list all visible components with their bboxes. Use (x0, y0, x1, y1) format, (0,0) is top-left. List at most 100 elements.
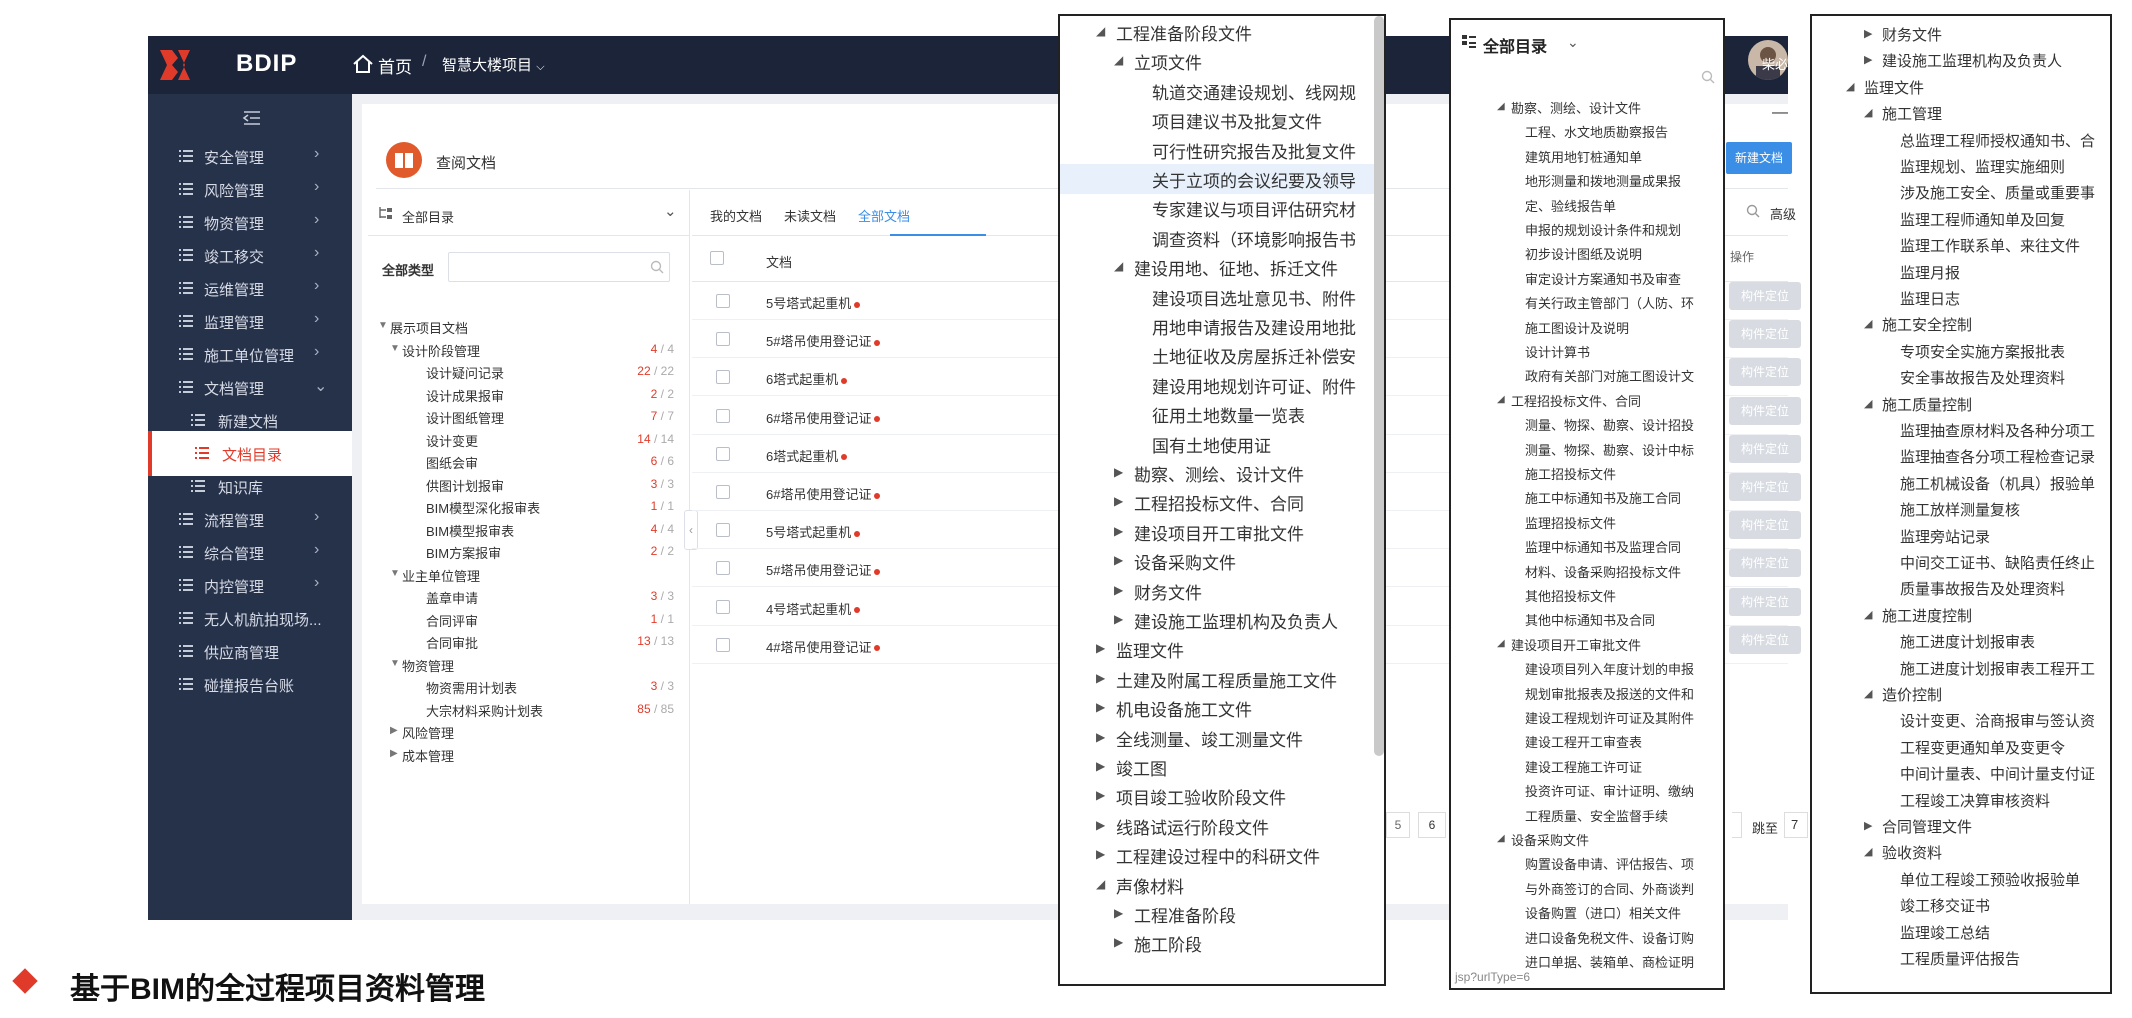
tree-node[interactable]: 中间计量表、中间计量支付证 (1900, 763, 2095, 784)
tree-node[interactable]: 施工质量控制 (1882, 394, 1972, 415)
tree-node[interactable]: 监理旁站记录 (1900, 526, 1990, 547)
type-filter-input[interactable] (448, 252, 670, 282)
expand-arrow-icon[interactable]: ▶ (1096, 730, 1105, 744)
tree-node[interactable]: 勘察、测绘、设计文件 (1134, 461, 1304, 486)
scrollbar[interactable] (1374, 16, 1384, 756)
tree-node[interactable]: 施工放样测量复核 (1900, 499, 2020, 520)
document-name[interactable]: 5#塔吊使用登记证 (766, 560, 881, 579)
expand-arrow-icon[interactable]: ▶ (1096, 641, 1105, 655)
tree-node[interactable]: 审定设计方案通知书及审查 (1525, 269, 1681, 288)
expand-arrow-icon[interactable]: ◢ (1864, 317, 1872, 330)
tree-node[interactable]: 业主单位管理 (402, 566, 480, 585)
tree-node[interactable]: 工程、水文地质勘察报告 (1525, 122, 1668, 141)
tree-node[interactable]: 工程建设过程中的科研文件 (1116, 843, 1320, 868)
expand-arrow-icon[interactable]: ▶ (1114, 583, 1123, 597)
locate-component-button[interactable]: 构件定位 (1729, 625, 1801, 654)
tree-node[interactable]: 机电设备施工文件 (1116, 696, 1252, 721)
tree-node[interactable]: 设计阶段管理 (402, 341, 480, 360)
tree-node[interactable]: 定、验线报告单 (1525, 196, 1616, 215)
tree-node[interactable]: 监理抽查原材料及各种分项工 (1900, 420, 2095, 441)
expand-arrow-icon[interactable]: ◢ (1114, 53, 1123, 67)
tree-node[interactable]: 规划审批报表及报送的文件和 (1525, 684, 1694, 703)
tree-node[interactable]: 监理文件 (1864, 77, 1924, 98)
tree-node[interactable]: 工程质量、安全监督手续 (1525, 806, 1668, 825)
expand-arrow-icon[interactable]: ◢ (1096, 24, 1105, 38)
tree-node[interactable]: BIM方案报审 (426, 543, 501, 562)
expand-arrow-icon[interactable]: ▶ (1114, 553, 1123, 567)
locate-component-button[interactable]: 构件定位 (1729, 587, 1801, 616)
tree-node[interactable]: 施工进度控制 (1882, 605, 1972, 626)
project-selector[interactable]: 智慧大楼项目 ⌵ (442, 54, 545, 75)
locate-component-button[interactable]: 构件定位 (1729, 282, 1801, 310)
expand-arrow-icon[interactable]: ▶ (1114, 612, 1123, 626)
tree-node[interactable]: 立项文件 (1134, 49, 1202, 74)
tree-node[interactable]: 施工进度计划报审表工程开工 (1900, 658, 2095, 679)
tree-node[interactable]: 设计变更、洽商报审与签认资 (1900, 710, 2095, 731)
search-icon[interactable] (650, 260, 664, 274)
document-name[interactable]: 6#塔吊使用登记证 (766, 408, 881, 427)
row-checkbox[interactable] (716, 332, 730, 347)
tab-all-docs[interactable]: 全部文档 (858, 206, 910, 225)
expand-arrow-icon[interactable]: ▼ (390, 568, 400, 579)
tree-node[interactable]: 工程质量评估报告 (1900, 948, 2020, 969)
tree-node[interactable]: 工程招投标文件、合同 (1511, 391, 1641, 410)
select-all-checkbox[interactable] (710, 251, 724, 265)
tree-node[interactable]: 专家建议与项目评估研究材 (1152, 196, 1356, 221)
tree-node[interactable]: 材料、设备采购招投标文件 (1525, 562, 1681, 581)
row-checkbox[interactable] (716, 561, 730, 576)
row-checkbox[interactable] (716, 294, 730, 308)
tree-node[interactable]: 合同管理文件 (1882, 816, 1972, 837)
tree-node[interactable]: 调查资料（环境影响报告书 (1152, 226, 1356, 251)
expand-arrow-icon[interactable]: ◢ (1497, 101, 1505, 112)
tree-node[interactable]: 有关行政主管部门（人防、环 (1525, 293, 1694, 312)
tree-node[interactable]: 购置设备申请、评估报告、项 (1525, 854, 1694, 873)
expand-arrow-icon[interactable]: ◢ (1497, 833, 1505, 844)
document-name[interactable]: 6塔式起重机 (766, 369, 848, 388)
tree-node[interactable]: 工程准备阶段文件 (1116, 20, 1252, 45)
directory-dropdown[interactable]: 全部目录 ⌄ (368, 190, 690, 236)
tree-node[interactable]: 测量、物探、勘察、设计中标 (1525, 440, 1694, 459)
tree-node[interactable]: 土地征收及房屋拆迁补偿安 (1152, 343, 1356, 368)
locate-component-button[interactable]: 构件定位 (1729, 549, 1801, 578)
tree-node[interactable]: 涉及施工安全、质量或重要事 (1900, 182, 2095, 203)
jump-to-input[interactable]: 7 (1784, 812, 1808, 838)
expand-arrow-icon[interactable]: ▶ (1864, 53, 1872, 66)
search-icon[interactable] (1701, 70, 1715, 84)
tree-node[interactable]: 监理日志 (1900, 288, 1960, 309)
expand-arrow-icon[interactable]: ▶ (1096, 671, 1105, 685)
expand-arrow-icon[interactable]: ◢ (1864, 397, 1872, 410)
tree-node[interactable]: 建设项目列入年度计划的申报 (1525, 659, 1694, 678)
row-checkbox[interactable] (716, 485, 730, 499)
tree-node[interactable]: 设计图纸管理 (426, 408, 504, 427)
tree-node[interactable]: 物资需用计划表 (426, 678, 517, 697)
minimize-button[interactable]: — (1772, 104, 1788, 122)
expand-arrow-icon[interactable]: ▶ (390, 725, 398, 736)
row-checkbox[interactable] (716, 599, 730, 614)
locate-component-button[interactable]: 构件定位 (1729, 320, 1801, 349)
tree-node[interactable]: 建设工程开工审查表 (1525, 732, 1642, 751)
document-name[interactable]: 5#塔吊使用登记证 (766, 331, 881, 350)
expand-arrow-icon[interactable]: ▶ (1114, 524, 1123, 538)
tree-node[interactable]: 测量、物探、勘察、设计招投 (1525, 415, 1694, 434)
tree-node[interactable]: 初步设计图纸及说明 (1525, 244, 1642, 263)
tree-node[interactable]: 展示项目文档 (390, 318, 468, 337)
row-checkbox[interactable] (716, 408, 730, 423)
tree-node[interactable]: 施工招投标文件 (1525, 464, 1616, 483)
expand-arrow-icon[interactable]: ▼ (390, 658, 400, 669)
tree-node[interactable]: 图纸会审 (426, 453, 478, 472)
tree-node[interactable]: 监理文件 (1116, 637, 1184, 662)
breadcrumb-home[interactable]: 首页 (378, 53, 412, 78)
tree-node[interactable]: 进口单据、装箱单、商检证明 (1525, 952, 1694, 971)
row-checkbox[interactable] (716, 637, 730, 652)
tree-node[interactable]: 合同评审 (426, 611, 478, 630)
tree-node[interactable]: 财务文件 (1134, 579, 1202, 604)
tree-node[interactable]: 竣工移交证书 (1900, 895, 1990, 916)
locate-component-button[interactable]: 构件定位 (1729, 473, 1801, 501)
tree-node[interactable]: 设计疑问记录 (426, 363, 504, 382)
tree-node[interactable]: 施工机械设备（机具）报验单 (1900, 473, 2095, 494)
tree-node[interactable]: 工程变更通知单及变更令 (1900, 737, 2065, 758)
tree-node[interactable]: 施工中标通知书及施工合同 (1525, 488, 1681, 507)
tree-node[interactable]: 设计计算书 (1525, 342, 1590, 361)
menu-fold-icon[interactable] (242, 110, 262, 126)
row-checkbox[interactable] (716, 523, 730, 538)
